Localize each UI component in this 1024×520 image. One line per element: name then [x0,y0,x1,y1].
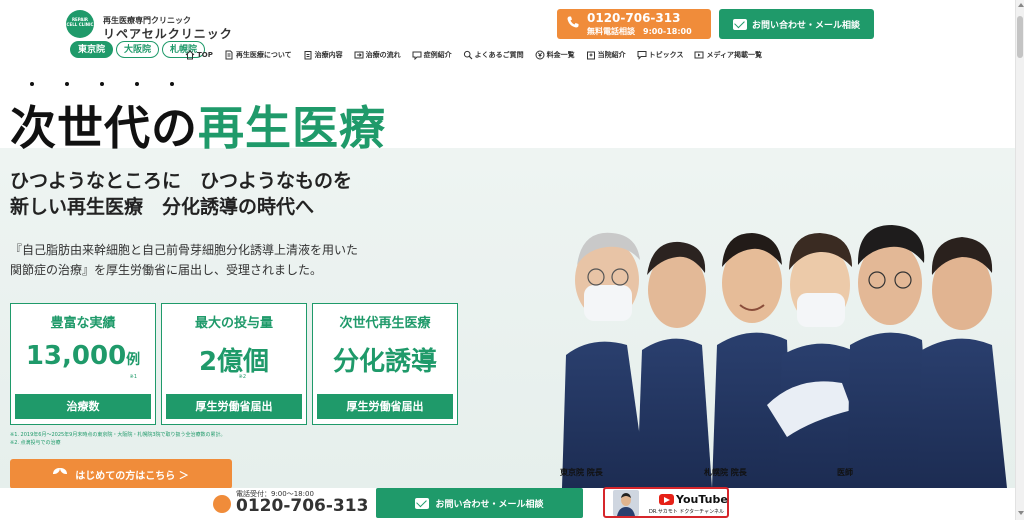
yen-icon [535,50,545,60]
footnote-1: ※1. 2019年6月〜2025年9月末時点の東京院・大阪院・札幌院3院で取り扱… [10,432,226,438]
scroll-up-arrow-icon[interactable] [1018,3,1024,7]
doctor-figure [637,241,712,488]
youtube-channel-banner[interactable]: YouTube DR.サカモト ドクターチャンネル [603,487,729,518]
nav-label: メディア掲載一覧 [706,51,762,59]
stat-card-results: 豊富な実績 13,000例 ※1 治療数 [10,303,156,425]
nav-label: TOP [197,51,213,59]
footnote-2: ※2. 点滴投与での治療 [10,440,61,446]
stat-note: ※2 [238,374,246,380]
bottom-mail-button[interactable]: お問い合わせ・メール相談 [376,488,583,518]
doctor-figure [917,237,1007,488]
hospital-icon [586,51,595,60]
youtube-logo: YouTube [659,493,728,506]
nav-label: よくあるご質問 [474,51,524,59]
bottom-phone-number[interactable]: 0120-706-313 [236,496,368,516]
nav-clinic-intro[interactable]: 当院紹介 [586,50,626,60]
header-mail-button[interactable]: お問い合わせ・メール相談 [719,9,874,39]
youtube-play-icon [659,494,674,505]
nav-cases[interactable]: 症例紹介 [412,50,452,60]
header-mail-label: お問い合わせ・メール相談 [751,20,860,31]
document-icon [225,50,233,60]
doctor-avatar [613,490,639,516]
nav-pricing[interactable]: 料金一覧 [535,50,575,60]
emphasis-dot [170,82,174,86]
stat-unit: 例 [126,352,141,368]
case-icon [412,51,422,60]
branch-tokyo[interactable]: 東京院 [70,41,114,58]
stat-foot: 厚生労働省届出 [317,394,453,419]
stat-title: 次世代再生医療 [339,316,431,331]
phone-icon [213,495,231,513]
first-visit-button[interactable]: はじめての方はこちら ＞ [10,459,232,489]
chat-icon [637,51,647,60]
mail-icon [415,497,430,509]
nav-about-regen[interactable]: 再生医療について [224,50,292,60]
clinic-logo[interactable]: REPAIR CELL CLINIC [66,10,94,38]
stat-title: 豊富な実績 [50,316,116,331]
hero-subtitle-2: 新しい再生医療 分化誘導の時代へ [10,196,315,218]
doctor-label-tokyo: 東京院 院長 [560,468,603,477]
hero-description-2: 関節症の治療』を厚生労働省に届出し、受理されました。 [10,263,323,277]
nav-faq[interactable]: よくあるご質問 [463,50,524,60]
stat-value: 2億個 [198,347,270,377]
scroll-down-arrow-icon[interactable] [1018,511,1024,515]
doctors-photo: 東京院 院長 札幌院 院長 医師 [552,205,1015,488]
scroll-thumb[interactable] [1017,16,1023,58]
stat-number: 13,000 [25,341,127,371]
nav-treatments[interactable]: 治療内容 [303,50,343,60]
headline-green: 再生医療 [198,101,386,155]
brand-name[interactable]: リペアセルクリニック [103,25,233,42]
clipboard-icon [304,51,312,60]
stat-foot: 厚生労働省届出 [166,394,302,419]
nav-flow[interactable]: 治療の流れ [354,50,401,60]
nav-label: 治療内容 [314,51,343,59]
main-nav: TOP 再生医療について 治療内容 治療の流れ 症例紹介 よくあるご質問 料金一… [185,50,762,60]
stat-value: 13,000例 [11,341,155,371]
bottom-mail-label: お問い合わせ・メール相談 [435,499,544,510]
emphasis-dots [30,82,174,86]
emphasis-dot [30,82,34,86]
stat-card-dose: 最大の投与量 2億個 ※2 厚生労働省届出 [161,303,307,425]
sprout-icon [53,468,67,480]
media-icon [694,51,704,59]
nav-label: トピックス [648,51,684,59]
flow-icon [354,51,364,59]
emphasis-dot [100,82,104,86]
phone-icon [567,16,579,28]
branch-osaka[interactable]: 大阪院 [116,41,160,58]
stat-title: 最大の投与量 [194,316,273,331]
nav-label: 治療の流れ [365,51,401,59]
headline-black: 次世代の [10,101,198,155]
youtube-caption: DR.サカモト ドクターチャンネル [649,509,724,515]
nav-media[interactable]: メディア掲載一覧 [694,50,762,60]
doctor-label-sapporo: 札幌院 院長 [704,468,747,477]
home-icon [185,50,195,60]
stat-note: ※1 [129,374,137,380]
nav-label: 再生医療について [235,51,292,59]
header-phone-number: 0120-706-313 [587,11,681,25]
emphasis-dot [65,82,69,86]
emphasis-dot [135,82,139,86]
doctor-label-doctor: 医師 [837,468,853,477]
doctors-illustration [562,225,1007,488]
header-phone-button[interactable]: 0120-706-313 無料電話相談 9:00-18:00 [557,9,711,39]
nav-label: 当院紹介 [597,51,626,59]
stat-card-differentiation: 次世代再生医療 分化誘導 厚生労働省届出 [312,303,458,425]
nav-label: 料金一覧 [546,51,575,59]
nav-label: 症例紹介 [423,51,452,59]
first-visit-label: はじめての方はこちら ＞ [75,470,189,482]
scrollbar[interactable] [1015,0,1024,520]
stat-value: 分化誘導 [332,347,437,377]
hero-headline: 次世代の再生医療 [10,92,386,158]
nav-topics[interactable]: トピックス [637,50,684,60]
nav-top[interactable]: TOP [185,50,213,60]
search-icon [463,50,473,60]
hero-description-1: 『自己脂肪由来幹細胞と自己前骨芽細胞分化誘導上清液を用いた [10,243,359,257]
header-phone-hours: 無料電話相談 9:00-18:00 [587,27,692,36]
youtube-wordmark: YouTube [676,493,728,506]
mail-icon [732,18,747,30]
doctor-figure [562,232,647,488]
hero-subtitle-1: ひつようなところに ひつようなものを [10,170,353,192]
stat-foot: 治療数 [15,394,151,419]
